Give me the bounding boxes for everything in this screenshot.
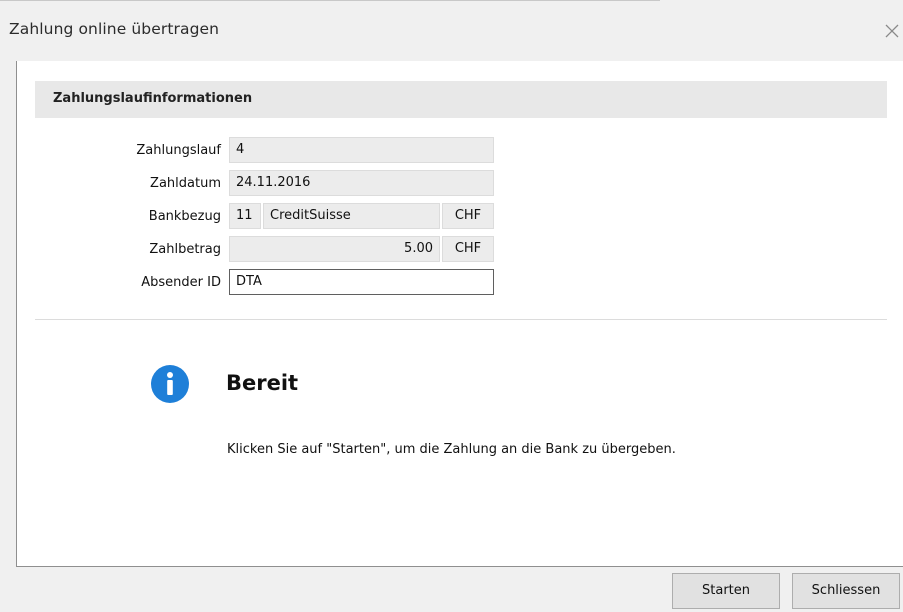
status-message: Klicken Sie auf "Starten", um die Zahlun… xyxy=(227,442,676,457)
close-button[interactable]: Schliessen xyxy=(792,573,900,609)
window-title: Zahlung online übertragen xyxy=(9,20,220,38)
absender-id-input[interactable]: DTA xyxy=(229,269,494,295)
status-title: Bereit xyxy=(226,371,299,395)
zahlbetrag-amount-field: 5.00 xyxy=(229,236,440,262)
zahlbetrag-currency-field: CHF xyxy=(442,236,494,262)
start-button[interactable]: Starten xyxy=(672,573,780,609)
zahlbetrag-label: Zahlbetrag xyxy=(149,242,221,257)
bankbezug-bank-field: CreditSuisse xyxy=(263,203,440,229)
bankbezug-label: Bankbezug xyxy=(148,209,221,224)
zahldatum-field: 24.11.2016 xyxy=(229,170,494,196)
section-header: Zahlungslaufinformationen xyxy=(35,81,887,118)
zahlungslauf-field: 4 xyxy=(229,137,494,163)
dialog-content: Zahlungslaufinformationen Zahlungslauf 4… xyxy=(16,61,903,567)
bankbezug-number-field: 11 xyxy=(229,203,261,229)
zahldatum-label: Zahldatum xyxy=(150,176,221,191)
window-top-border xyxy=(0,0,660,1)
info-icon xyxy=(151,365,189,403)
close-icon[interactable] xyxy=(884,23,900,39)
absender-id-label: Absender ID xyxy=(141,275,221,290)
zahlungslauf-label: Zahlungslauf xyxy=(136,143,221,158)
divider xyxy=(35,319,887,320)
bankbezug-currency-field: CHF xyxy=(442,203,494,229)
section-title: Zahlungslaufinformationen xyxy=(53,91,253,106)
